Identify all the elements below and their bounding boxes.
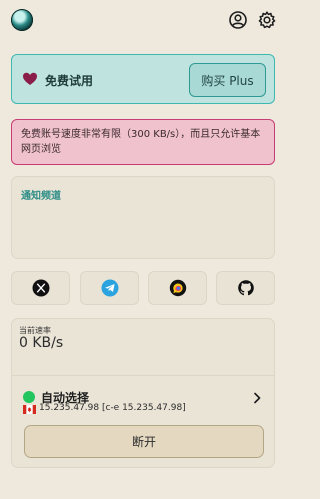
x-button[interactable]	[11, 271, 70, 305]
speed-value: 0 KB/s	[19, 335, 64, 351]
buy-plus-button[interactable]: 购买 Plus	[189, 63, 266, 97]
canada-flag-icon	[23, 405, 36, 414]
plan-title: 免费试用	[45, 74, 94, 88]
x-icon	[32, 279, 49, 297]
top-bar	[0, 0, 287, 40]
divider	[12, 375, 274, 376]
plan-card: 免费试用 购买 Plus	[11, 54, 275, 104]
free-account-notice: 免费账号速度非常有限（300 KB/s），而且只允许基本网页浏览	[11, 119, 275, 165]
gear-icon[interactable]	[257, 10, 277, 30]
chevron-right-icon[interactable]	[252, 392, 262, 404]
telegram-icon	[101, 279, 118, 297]
notification-channel-card: 通知频道	[11, 176, 275, 259]
connection-card: 当前速率 0 KB/s 自动选择 15.235.47.98 [c-e 15.23…	[11, 318, 275, 468]
server-address: 15.235.47.98 [c-e 15.235.47.98]	[39, 403, 186, 413]
disconnect-button[interactable]: 断开	[24, 425, 264, 458]
app-logo-icon	[11, 9, 33, 31]
telegram-button[interactable]	[80, 271, 139, 305]
chat-button[interactable]	[148, 271, 207, 305]
notification-channel-title: 通知频道	[21, 191, 61, 202]
chat-bubble-icon	[169, 279, 186, 297]
status-dot-icon	[23, 391, 35, 403]
user-circle-icon[interactable]	[228, 10, 248, 30]
github-button[interactable]	[216, 271, 275, 305]
github-icon	[237, 280, 254, 296]
heart-icon	[23, 72, 37, 85]
